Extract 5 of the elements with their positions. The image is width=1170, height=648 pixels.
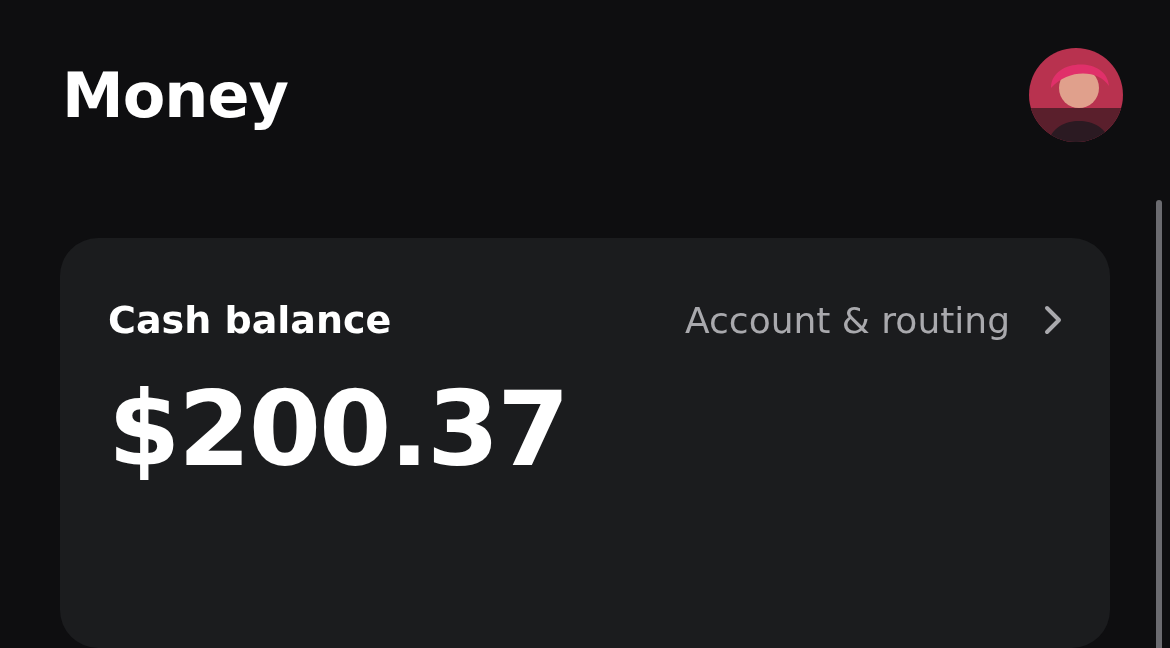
- balance-amount: $200.37: [108, 368, 569, 490]
- chevron-right-icon: [1044, 305, 1062, 335]
- balance-label: Cash balance: [108, 298, 392, 342]
- page-title: Money: [62, 58, 288, 132]
- account-routing-link[interactable]: Account & routing: [685, 299, 1062, 341]
